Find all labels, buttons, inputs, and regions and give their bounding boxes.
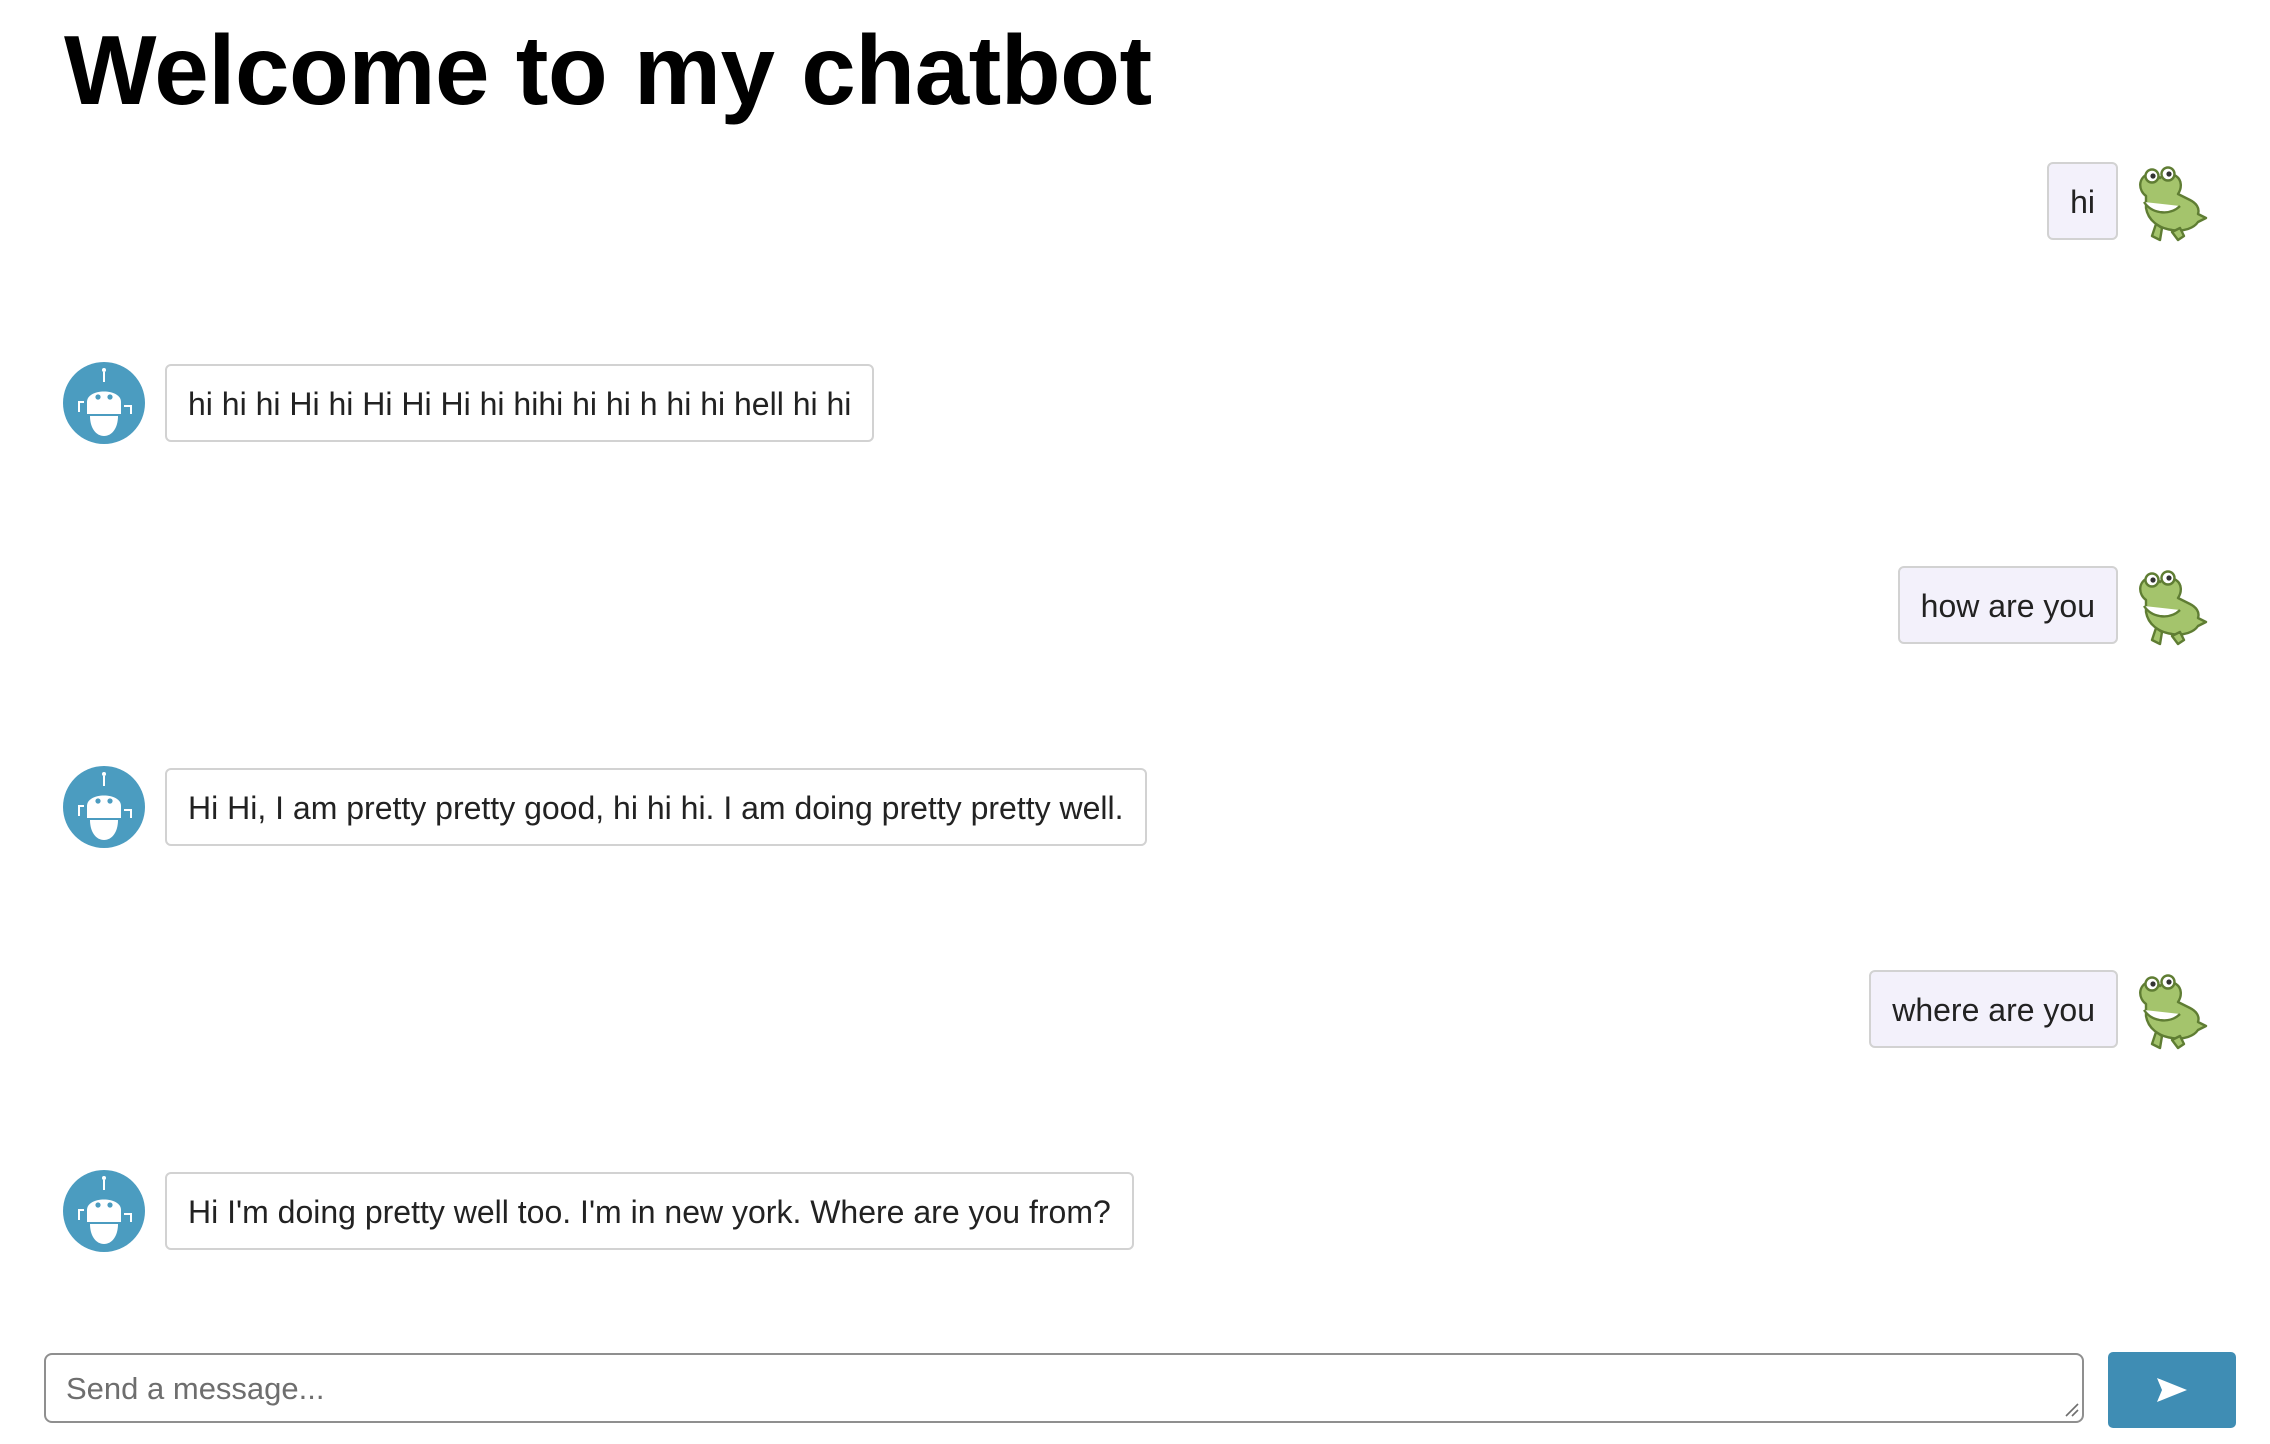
bot-message-bubble: hi hi hi Hi hi Hi Hi Hi hi hihi hi hi h … [165, 364, 875, 442]
message-list: hi hi hi hi Hi hi Hi Hi Hi hi hihi hi hi… [0, 162, 2270, 1374]
user-message-bubble: where are you [1869, 970, 2118, 1048]
crocodile-icon [2139, 570, 2208, 646]
robot-icon [63, 362, 145, 444]
message-row-user: hi [0, 162, 2270, 244]
robot-icon [63, 1170, 145, 1252]
message-input[interactable] [44, 1353, 2084, 1423]
page-title: Welcome to my chatbot [64, 15, 1152, 125]
chat-page: Welcome to my chatbot hi hi hi hi Hi hi … [0, 0, 2270, 1444]
bot-message-bubble: Hi I'm doing pretty well too. I'm in new… [165, 1172, 1134, 1250]
crocodile-icon [2139, 974, 2208, 1050]
user-message-bubble: how are you [1897, 566, 2118, 644]
crocodile-icon [2139, 166, 2208, 242]
message-row-bot: Hi Hi, I am pretty pretty good, hi hi hi… [0, 766, 2270, 850]
message-row-bot: Hi I'm doing pretty well too. I'm in new… [0, 1170, 2270, 1254]
message-row-bot: hi hi hi Hi hi Hi Hi Hi hi hihi hi hi h … [0, 362, 2270, 446]
bot-message-bubble: Hi Hi, I am pretty pretty good, hi hi hi… [165, 768, 1147, 846]
user-message-bubble: hi [2047, 162, 2118, 240]
resize-handle-icon[interactable] [2062, 1400, 2080, 1418]
message-row-user: where are you [0, 970, 2270, 1052]
send-arrow-icon [2157, 1378, 2187, 1402]
message-row-user: how are you [0, 566, 2270, 648]
send-button[interactable] [2108, 1352, 2236, 1428]
robot-icon [63, 766, 145, 848]
